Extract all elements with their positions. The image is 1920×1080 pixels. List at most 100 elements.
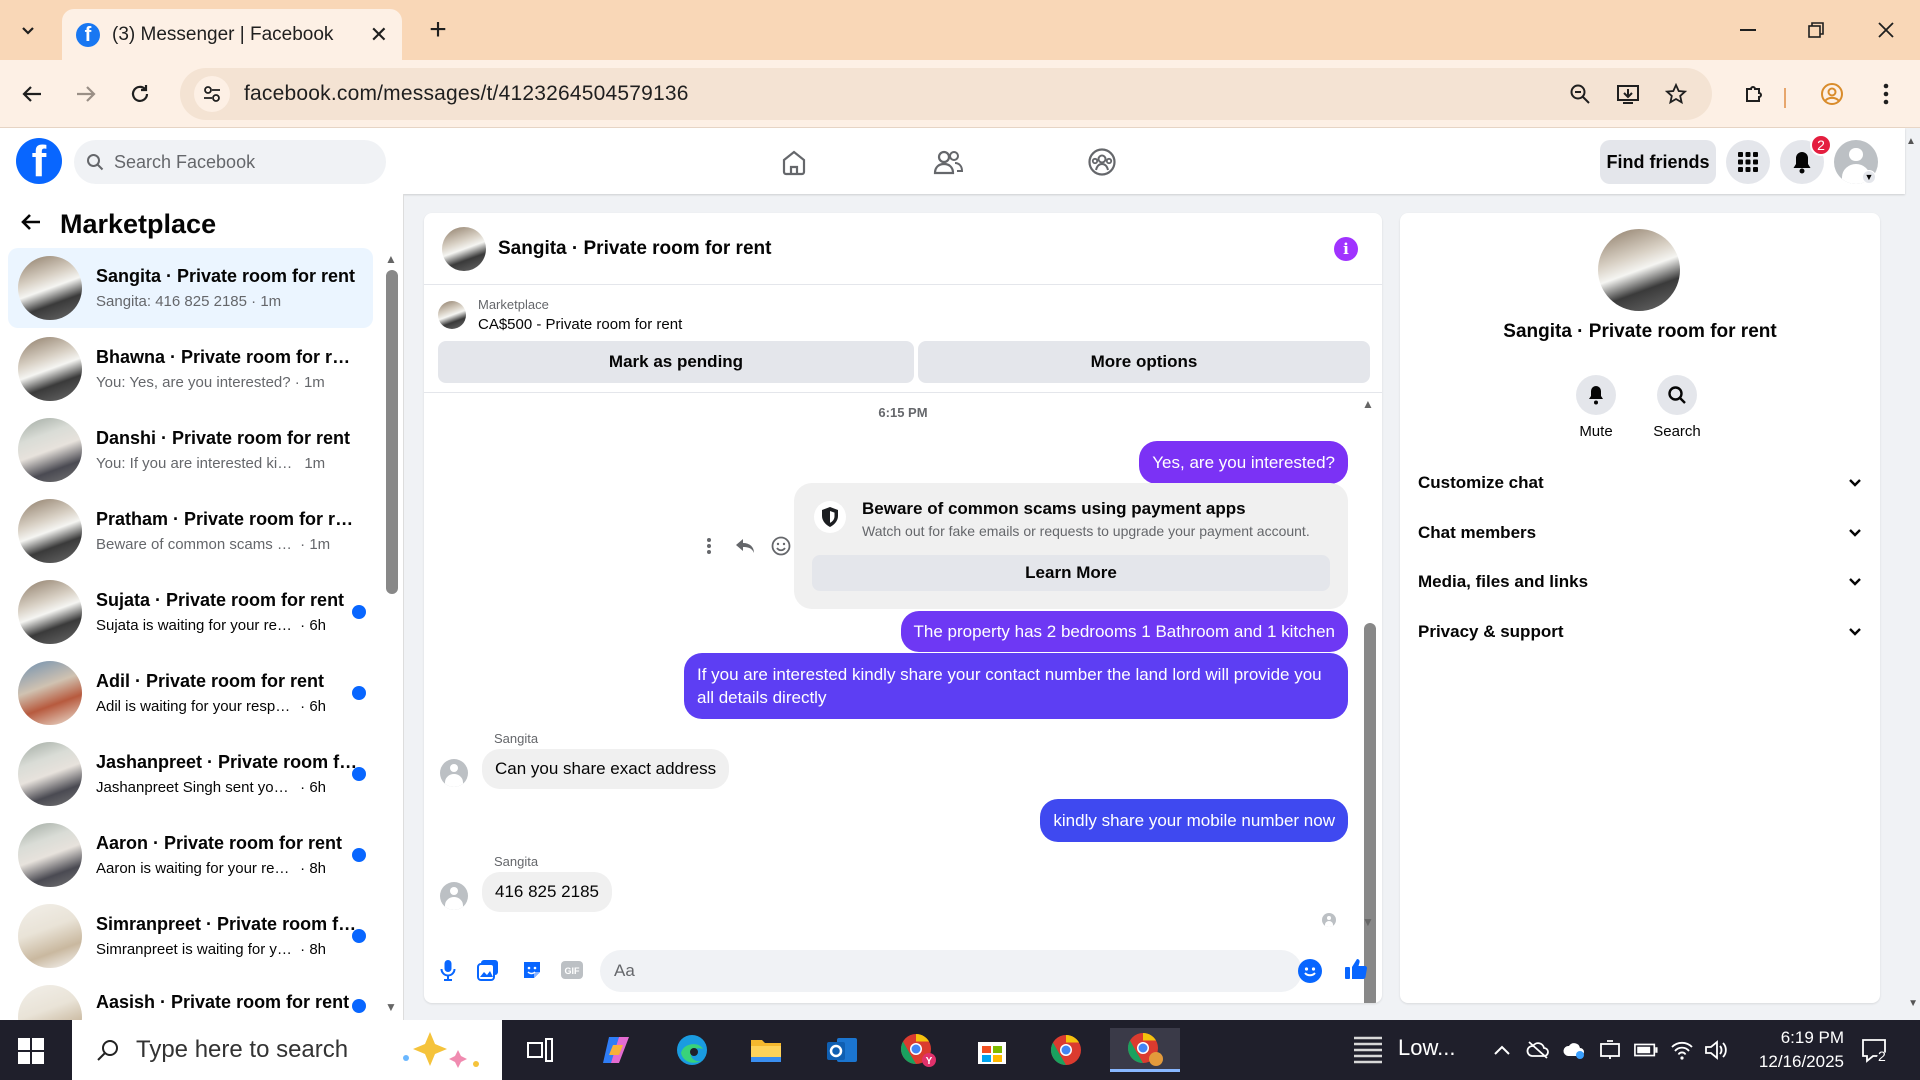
learn-more-button[interactable]: Learn More [812,555,1330,591]
search-in-conversation-button[interactable]: Search [1637,375,1717,440]
browser-menu-icon[interactable] [1868,76,1904,112]
address-bar[interactable]: facebook.com/messages/t/4123264504579136 [180,68,1712,120]
find-friends-button[interactable]: Find friends [1600,140,1716,184]
chat-item-aaron[interactable]: Aaron · Private room for rent Aaron is w… [8,815,373,895]
cloud-off-icon[interactable] [1526,1038,1550,1062]
microphone-icon[interactable] [434,956,462,984]
page-scroll-down-icon[interactable]: ▼ [1908,998,1918,1009]
copilot-icon[interactable] [590,1028,642,1072]
weather-widget[interactable]: Low... [1350,1030,1455,1066]
wifi-icon[interactable] [1670,1038,1694,1062]
more-options-button[interactable]: More options [918,341,1370,383]
page-scroll-up-icon[interactable]: ▲ [1906,136,1918,147]
account-chevron-icon[interactable]: ▼ [1862,170,1876,184]
browser-tab-messenger[interactable]: f (3) Messenger | Facebook ✕ [62,9,402,60]
outgoing-message[interactable]: The property has 2 bedrooms 1 Bathroom a… [900,611,1348,652]
thumbs-up-icon[interactable] [1342,955,1370,983]
reload-icon[interactable] [122,76,158,112]
sender-avatar[interactable] [440,759,468,787]
chat-members-section[interactable]: Chat members [1418,511,1862,555]
conversation-thumbnail[interactable] [442,226,486,271]
sender-name: Sangita [494,731,539,746]
conversation-scroll-up-icon[interactable]: ▲ [1362,397,1374,411]
taskbar-search-box[interactable]: Type here to search [72,1020,502,1080]
volume-icon[interactable] [1704,1038,1728,1062]
chat-item-adil[interactable]: Adil · Private room for rent Adil is wai… [8,653,373,733]
sender-avatar[interactable] [440,882,468,910]
file-explorer-icon[interactable] [740,1028,792,1072]
customize-chat-section[interactable]: Customize chat [1418,461,1862,505]
back-arrow-icon[interactable] [14,76,50,112]
meet-now-icon[interactable] [1598,1038,1622,1062]
outlook-icon[interactable] [816,1028,868,1072]
menu-grid-icon[interactable] [1726,140,1770,184]
gif-icon[interactable]: GIF [558,956,586,984]
close-window-icon[interactable] [1862,10,1910,50]
chat-item-bhawna[interactable]: Bhawna · Private room for rent You: Yes,… [8,329,373,409]
notification-center-icon[interactable]: 2 [1858,1034,1892,1068]
chat-name: Sangita · Private room for rent [96,266,356,286]
chat-item-simranpreet[interactable]: Simranpreet · Private room fo... Simranp… [8,896,373,976]
task-view-icon[interactable] [514,1028,566,1072]
chat-item-pratham[interactable]: Pratham · Private room for rent Beware o… [8,491,373,571]
profile-icon[interactable] [1814,76,1850,112]
chat-item-sujata[interactable]: Sujata · Private room for rent Sujata is… [8,572,373,652]
list-scroll-up-icon[interactable]: ▲ [385,252,397,266]
list-scroll-down-icon[interactable]: ▼ [385,1000,397,1014]
chat-item-sangita[interactable]: Sangita · Private room for rent Sangita:… [8,248,373,328]
chrome-profile-icon[interactable]: Y [892,1028,944,1072]
facebook-search-input[interactable]: Search Facebook [74,140,386,184]
privacy-support-section[interactable]: Privacy & support [1418,610,1862,654]
message-input[interactable]: Aa [600,950,1302,992]
restore-icon[interactable] [1792,10,1840,50]
mute-button[interactable]: Mute [1556,375,1636,440]
new-tab-button[interactable]: + [420,12,456,48]
conversation-scroll-down-icon[interactable]: ▼ [1362,915,1374,929]
edge-browser-icon[interactable] [666,1028,718,1072]
show-hidden-icons-chevron-icon[interactable] [1490,1038,1514,1062]
friends-icon[interactable] [928,142,968,182]
facebook-logo-icon[interactable]: f [16,138,62,184]
onedrive-icon[interactable] [1562,1038,1586,1062]
sticker-icon[interactable] [518,956,546,984]
incoming-message[interactable]: 416 825 2185 [482,872,612,912]
listing-photo[interactable] [1598,229,1680,311]
microsoft-store-icon[interactable] [966,1028,1018,1072]
extensions-puzzle-icon[interactable] [1736,76,1772,112]
more-vertical-icon[interactable] [696,533,722,559]
incoming-message[interactable]: Can you share exact address [482,749,730,789]
bookmark-star-icon[interactable] [1658,76,1694,112]
marketplace-listing-bar[interactable]: Marketplace CA$500 - Private room for re… [438,297,682,333]
site-info-icon[interactable] [194,76,230,112]
home-icon[interactable] [774,142,814,182]
tab-search-chevron-icon[interactable] [10,12,46,48]
tab-close-icon[interactable]: ✕ [370,22,388,48]
chrome-active-window-icon[interactable] [1110,1028,1180,1072]
mark-as-pending-button[interactable]: Mark as pending [438,341,914,383]
chat-item-aasish[interactable]: Aasish · Private room for rent [8,977,373,1020]
chat-item-jashanpreet[interactable]: Jashanpreet · Private room fo... Jashanp… [8,734,373,814]
outgoing-message[interactable]: kindly share your mobile number now [1040,799,1348,842]
outgoing-message[interactable]: If you are interested kindly share your … [684,653,1348,719]
photo-gallery-icon[interactable] [474,956,502,984]
emoji-icon[interactable] [1298,959,1322,983]
conversation-title[interactable]: Sangita · Private room for rent [498,238,771,260]
chat-list-scrollbar[interactable] [386,270,398,594]
battery-icon[interactable] [1634,1038,1658,1062]
info-icon[interactable]: i [1334,237,1358,261]
install-app-icon[interactable] [1610,76,1646,112]
back-arrow-icon[interactable] [20,208,42,240]
groups-icon[interactable] [1082,142,1122,182]
media-files-links-section[interactable]: Media, files and links [1418,560,1862,604]
outgoing-message[interactable]: Yes, are you interested? [1139,441,1348,484]
minimize-icon[interactable] [1724,10,1772,50]
reply-icon[interactable] [732,533,758,559]
chrome-icon[interactable] [1040,1028,1092,1072]
taskbar-clock[interactable]: 6:19 PM 12/16/2025 [1744,1026,1844,1074]
react-emoji-icon[interactable] [768,533,794,559]
zoom-icon[interactable] [1562,76,1598,112]
windows-start-icon[interactable] [18,1038,44,1064]
chat-item-danshi[interactable]: Danshi · Private room for rent You: If y… [8,410,373,490]
forward-arrow-icon[interactable] [68,76,104,112]
conversation-scrollbar[interactable] [1364,623,1376,1003]
